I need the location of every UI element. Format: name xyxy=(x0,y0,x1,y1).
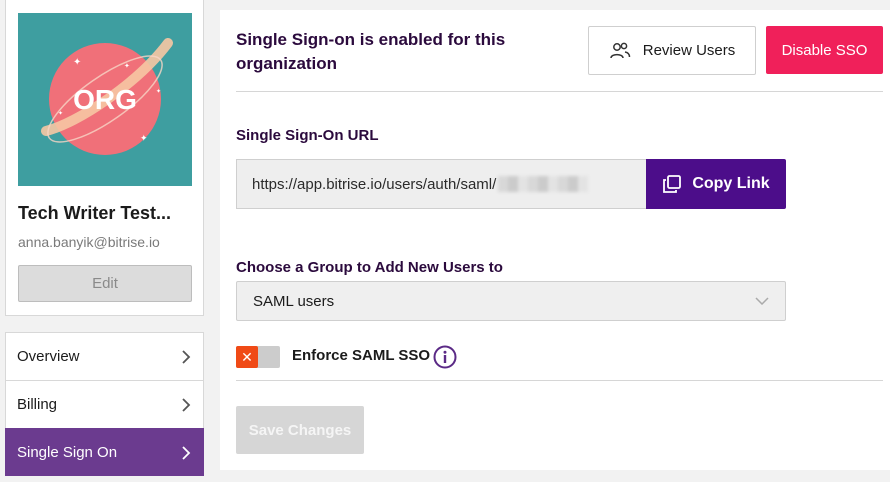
save-changes-button[interactable]: Save Changes xyxy=(236,406,364,454)
nav-item-overview[interactable]: Overview xyxy=(5,332,204,380)
review-users-label: Review Users xyxy=(642,42,736,59)
chevron-right-icon xyxy=(182,397,191,412)
chevron-right-icon xyxy=(182,349,191,364)
org-logo-text: ORG xyxy=(73,84,137,115)
sso-url-field[interactable]: https://app.bitrise.io/users/auth/saml/ xyxy=(236,159,646,209)
sso-url-label: Single Sign-On URL xyxy=(236,127,379,144)
info-icon[interactable] xyxy=(433,345,457,369)
nav-item-label: Billing xyxy=(17,396,58,413)
org-card: ORG ✦ ✦ ✦ ✦ ✦ Tech Writer Test... anna.b… xyxy=(5,0,204,316)
group-select-value: SAML users xyxy=(253,292,335,310)
divider xyxy=(236,91,883,92)
group-select-label: Choose a Group to Add New Users to xyxy=(236,259,503,276)
nav-item-label: Single Sign On xyxy=(17,444,118,461)
copy-link-button[interactable]: Copy Link xyxy=(646,159,786,209)
side-nav: Overview Billing Single Sign On xyxy=(5,332,204,476)
users-icon xyxy=(609,42,630,58)
nav-item-billing[interactable]: Billing xyxy=(5,380,204,428)
org-email: anna.banyik@bitrise.io xyxy=(18,234,160,250)
chevron-down-icon xyxy=(755,297,769,305)
org-name: Tech Writer Test... xyxy=(18,203,172,223)
copy-icon xyxy=(663,175,682,193)
sso-panel: Single Sign-on is enabled for this organ… xyxy=(220,10,890,470)
nav-item-label: Overview xyxy=(17,348,80,365)
star-icon: ✦ xyxy=(156,88,161,95)
star-icon: ✦ xyxy=(58,110,63,117)
sso-status-heading: Single Sign-on is enabled for this organ… xyxy=(236,30,506,73)
edit-button[interactable]: Edit xyxy=(18,265,192,302)
org-avatar: ORG ✦ ✦ ✦ ✦ ✦ xyxy=(18,13,192,186)
review-users-button[interactable]: Review Users xyxy=(588,26,756,75)
star-icon: ✦ xyxy=(124,62,130,70)
copy-link-label: Copy Link xyxy=(692,175,770,192)
close-icon: ✕ xyxy=(236,346,258,368)
chevron-right-icon xyxy=(182,445,191,460)
divider xyxy=(236,380,883,381)
nav-item-single-sign-on[interactable]: Single Sign On xyxy=(5,428,204,476)
group-select[interactable]: SAML users xyxy=(236,281,786,321)
enforce-sso-toggle[interactable]: ✕ xyxy=(236,346,280,368)
star-icon: ✦ xyxy=(140,133,148,143)
star-icon: ✦ xyxy=(73,57,81,68)
redacted-token xyxy=(498,176,589,192)
disable-sso-button[interactable]: Disable SSO xyxy=(766,26,883,74)
sso-url-value: https://app.bitrise.io/users/auth/saml/ xyxy=(252,175,497,193)
enforce-sso-label: Enforce SAML SSO xyxy=(292,347,431,364)
org-logo-icon: ORG ✦ ✦ ✦ ✦ ✦ xyxy=(41,38,173,155)
